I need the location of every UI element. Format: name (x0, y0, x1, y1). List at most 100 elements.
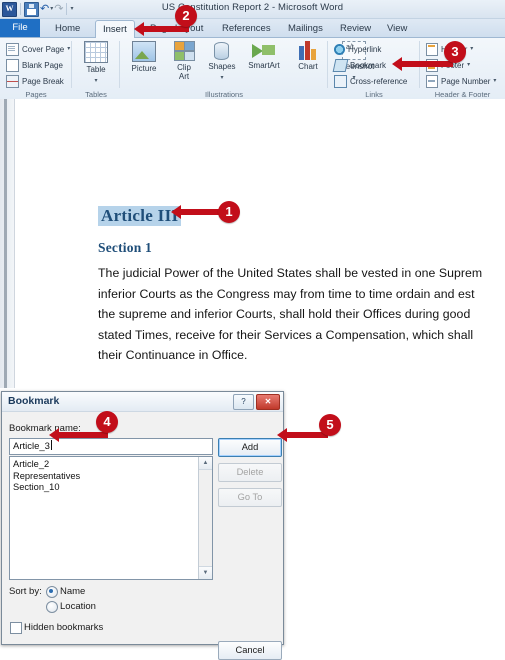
close-icon[interactable]: ✕ (256, 394, 280, 410)
cover-page-button[interactable]: Cover Page ▾ (6, 42, 70, 57)
section-1-heading[interactable]: Section 1 (98, 240, 152, 256)
help-icon[interactable]: ? (233, 394, 254, 410)
page-number-button[interactable]: Page Number ▾ (426, 74, 496, 89)
bookmark-dialog: Bookmark ? ✕ Bookmark name: Article_3 Ar… (1, 391, 284, 660)
article-iii-heading[interactable]: Article III (98, 206, 182, 226)
tab-file[interactable]: File (0, 19, 40, 37)
blank-page-label: Blank Page (22, 61, 63, 70)
list-item[interactable]: Section_10 (13, 482, 196, 494)
document-title: US Constitution Report 2 - Microsoft Wor… (161, 2, 344, 13)
page-number-icon (426, 75, 438, 88)
list-item[interactable]: Representatives (13, 471, 196, 483)
word-application-window: W ↶ ▾ ↷ ▾ US Constitution Report 2 - Mic… (0, 0, 505, 388)
header-icon (426, 43, 438, 56)
body-line: the supreme and inferior Courts, shall h… (98, 307, 471, 321)
bookmark-name-input[interactable]: Article_3 (9, 438, 213, 455)
sort-by-name-label[interactable]: Name (60, 586, 85, 597)
tab-references[interactable]: References (215, 20, 278, 37)
callout-arrow-4 (49, 428, 108, 442)
shapes-button[interactable]: Shapes ▾ (200, 41, 244, 85)
dialog-title: Bookmark (8, 395, 60, 407)
sort-by-name-radio[interactable] (46, 586, 58, 598)
picture-button[interactable]: Picture (122, 41, 166, 74)
tab-insert[interactable]: Insert (95, 20, 135, 39)
chevron-down-icon[interactable]: ▾ (200, 72, 244, 85)
tab-view[interactable]: View (380, 20, 414, 37)
document-left-margin (0, 99, 15, 388)
cross-reference-label: Cross-reference (350, 77, 408, 86)
picture-label: Picture (131, 64, 157, 73)
table-icon (84, 41, 108, 63)
body-line: inferior Courts as the Congress may from… (98, 286, 475, 301)
hidden-bookmarks-label[interactable]: Hidden bookmarks (24, 622, 103, 633)
callout-3: 3 (444, 41, 466, 63)
chevron-down-icon[interactable]: ▾ (467, 59, 470, 72)
list-item[interactable]: Article_2 (13, 459, 196, 471)
tab-home[interactable]: Home (48, 20, 87, 37)
chevron-down-icon[interactable]: ▾ (74, 75, 118, 88)
bookmark-list[interactable]: Article_2 Representatives Section_10 ▲ ▼ (9, 456, 213, 580)
bookmark-name-value: Article_3 (13, 441, 50, 452)
page-break-label: Page Break (22, 77, 64, 86)
page-break-button[interactable]: Page Break (6, 74, 64, 89)
chevron-down-icon[interactable]: ▾ (493, 75, 496, 88)
delete-button: Delete (218, 463, 282, 482)
callout-4: 4 (96, 411, 118, 433)
sort-by-location-label[interactable]: Location (60, 601, 96, 612)
screenshot-root: W ↶ ▾ ↷ ▾ US Constitution Report 2 - Mic… (0, 0, 505, 660)
add-button[interactable]: Add (218, 438, 282, 457)
bookmark-label: Bookmark (350, 61, 387, 70)
document-area[interactable]: Article III Section 1 The judicial Power… (0, 99, 505, 388)
shapes-icon (211, 41, 233, 60)
smartart-icon (252, 41, 276, 59)
bookmark-list-scrollbar[interactable]: ▲ ▼ (198, 457, 212, 579)
hidden-bookmarks-checkbox[interactable] (10, 622, 22, 634)
bookmark-icon (332, 59, 349, 72)
cross-reference-icon (334, 75, 347, 88)
cancel-button[interactable]: Cancel (218, 641, 282, 660)
chart-button[interactable]: Chart (286, 41, 330, 72)
ribbon-group-illustrations: Picture Clip Art Shapes ▾ SmartArt Chart… (120, 38, 374, 100)
hyperlink-icon (334, 44, 345, 55)
table-button[interactable]: Table ▾ (74, 41, 118, 88)
ribbon-group-links: Hyperlink Bookmark Cross-reference Links (328, 38, 420, 100)
body-line: The judicial Power of the United States … (98, 266, 483, 280)
bookmark-button[interactable]: Bookmark (332, 58, 387, 73)
ribbon-group-tables: Table ▾ Tables (72, 38, 120, 100)
table-label: Table (86, 65, 106, 74)
tab-mailings[interactable]: Mailings (281, 20, 330, 37)
dialog-window-buttons: ? ✕ (233, 394, 280, 410)
hyperlink-button[interactable]: Hyperlink (334, 42, 381, 57)
group-label-illustrations: Illustrations (205, 90, 243, 99)
title-bar: W ↶ ▾ ↷ ▾ US Constitution Report 2 - Mic… (0, 0, 505, 19)
shapes-label: Shapes (208, 62, 236, 71)
callout-arrow-2 (134, 22, 189, 36)
chevron-down-icon[interactable]: ▾ (470, 43, 473, 56)
bookmark-list-items[interactable]: Article_2 Representatives Section_10 (10, 457, 199, 579)
dialog-title-bar: Bookmark ? ✕ (2, 392, 283, 412)
tab-review[interactable]: Review (333, 20, 378, 37)
callout-arrow-3 (392, 57, 453, 71)
callout-5: 5 (319, 414, 341, 436)
page-break-icon (6, 75, 19, 88)
document-page[interactable]: Article III Section 1 The judicial Power… (15, 99, 505, 388)
sort-by-label: Sort by: (9, 586, 42, 597)
document-body-text[interactable]: The judicial Power of the United States … (98, 263, 505, 366)
sort-by-location-radio[interactable] (46, 601, 58, 613)
goto-button: Go To (218, 488, 282, 507)
page-number-label: Page Number (441, 77, 491, 86)
scroll-down-icon[interactable]: ▼ (199, 566, 212, 579)
dialog-body: Bookmark name: Article_3 Article_2 Repre… (2, 412, 283, 660)
group-label-header-footer: Header & Footer (434, 90, 491, 99)
callout-2: 2 (175, 5, 197, 27)
picture-icon (132, 41, 156, 62)
smartart-label: SmartArt (248, 61, 280, 70)
blank-page-button[interactable]: Blank Page (6, 58, 63, 73)
ribbon-group-pages: Cover Page ▾ Blank Page Page Break Pages (0, 38, 72, 100)
cover-page-icon (6, 43, 19, 56)
smartart-button[interactable]: SmartArt (240, 41, 288, 71)
cross-reference-button[interactable]: Cross-reference (334, 74, 407, 89)
scroll-up-icon[interactable]: ▲ (199, 457, 212, 470)
blank-page-icon (6, 59, 19, 72)
chevron-down-icon[interactable]: ▾ (67, 43, 70, 56)
